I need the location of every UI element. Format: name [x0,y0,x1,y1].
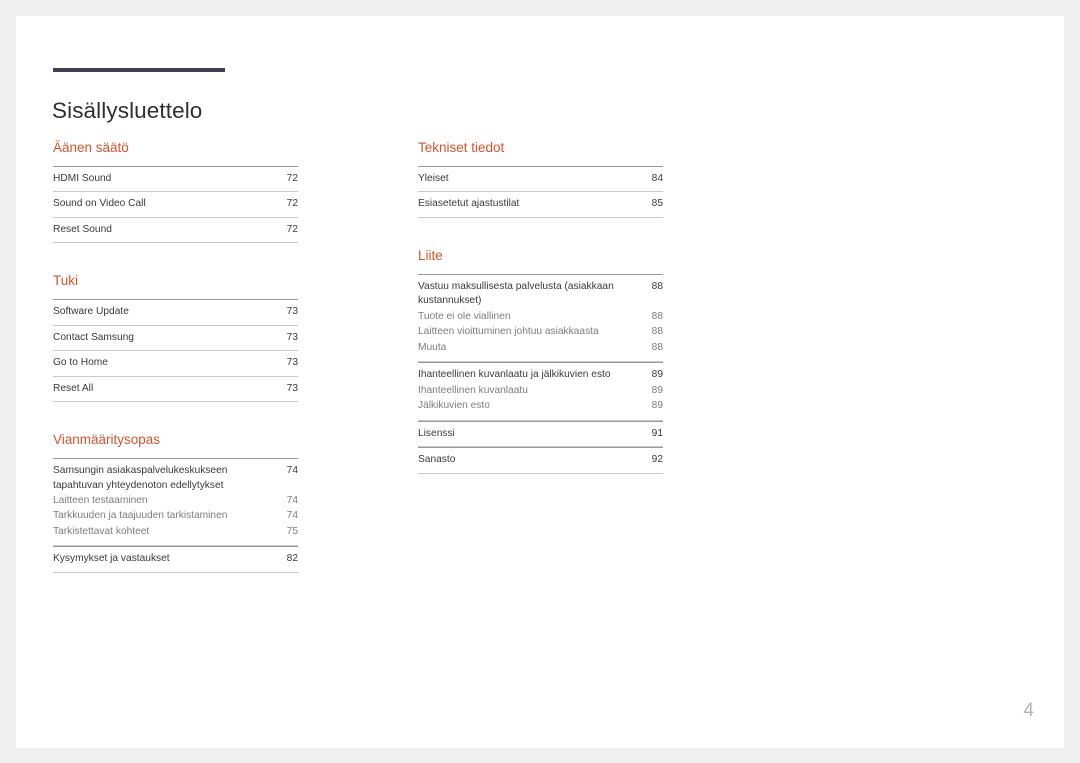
toc-entry-label: Software Update [53,306,129,318]
toc-entry-software-update[interactable]: Software Update 73 [53,300,298,326]
toc-entry-esiasetetut-ajastustilat[interactable]: Esiasetetut ajastustilat 85 [418,192,663,218]
toc-entry-label: Contact Samsung [53,331,134,343]
toc-entry-label: Tarkistettavat kohteet [53,525,150,537]
toc-group: Kysymykset ja vastaukset 82 [53,546,298,573]
toc-entry-label: Sanasto [418,454,456,466]
title-accent-rule [53,68,225,72]
toc-entry-label: Vastuu maksullisesta palvelusta (asiakka… [418,280,614,307]
toc-entry-page-number: 73 [286,357,298,369]
toc-section-heading: Tekniset tiedot [418,140,505,155]
toc-group: Samsungin asiakaspalvelukeskukseen tapah… [53,458,298,547]
toc-entry-label: Ihanteellinen kuvanlaatu [418,384,528,396]
toc-entry-page-number: 73 [286,306,298,318]
toc-entry-page-number: 82 [286,553,298,565]
toc-entry-ihanteellinen-kuvanlaatu[interactable]: Ihanteellinen kuvanlaatu 89 [418,383,663,398]
toc-entry-sound-on-video-call[interactable]: Sound on Video Call 72 [53,192,298,218]
toc-entry-ihanteellinen-kuvanlaatu-ja-jalkikuvien-esto[interactable]: Ihanteellinen kuvanlaatu ja jälkikuvien … [418,368,663,382]
toc-entry-page-number: 85 [651,198,663,210]
toc-group: Sanasto 92 [418,447,663,474]
toc-entry-label: Laitteen vioittuminen johtuu asiakkaasta [418,326,599,338]
toc-entry-page-number: 74 [286,494,298,506]
document-page: Sisällysluettelo Äänen säätö HDMI Sound 72… [16,16,1064,748]
toc-group: Software Update 73 Contact Samsung 73 Go to … [53,299,298,403]
toc-entry-laitteen-testaaminen[interactable]: Laitteen testaaminen 74 [53,493,298,508]
toc-entry-page-number: 72 [286,172,298,184]
toc-entry-page-number: 89 [651,400,663,412]
toc-section-aanen-saato: Äänen säätö HDMI Sound 72 Sound on Video Ca… [53,140,298,244]
toc-entry-reset-all[interactable]: Reset All 73 [53,377,298,403]
toc-column-left: Äänen säätö HDMI Sound 72 Sound on Video Ca… [53,140,298,603]
toc-entry-tarkkuuden-ja-taajuuden-tarkistaminen[interactable]: Tarkkuuden ja taajuuden tarkistaminen 74 [53,508,298,523]
toc-entry-label: Muuta [418,341,447,353]
toc-section-tekniset-tiedot: Tekniset tiedot Yleiset 84 Esiasetetut ajas… [418,140,663,218]
toc-group: HDMI Sound 72 Sound on Video Call 72 Reset S… [53,165,298,244]
toc-section-tuki: Tuki Software Update 73 Contact Samsung 73 Go… [53,273,298,403]
toc-entry-page-number: 84 [651,172,663,184]
toc-entry-page-number: 88 [651,326,663,338]
toc-entry-label: Yleiset [418,172,449,184]
toc-entry-vastuu-maksullisesta-palvelusta-asiakkaan-kustan[interactable]: Vastuu maksullisesta palvelusta (asiakka… [418,280,663,309]
toc-entry-page-number: 88 [651,310,663,322]
toc-entry-label: Esiasetetut ajastustilat [418,198,520,210]
toc-section-liite: Liite Vastuu maksullisesta palvelusta (as… [418,248,663,474]
toc-entry-go-to-home[interactable]: Go to Home 73 [53,351,298,377]
toc-entry-page-number: 74 [286,465,298,477]
toc-entry-label: Samsungin asiakaspalvelukeskukseen tapah… [53,465,228,491]
toc-entry-jalkikuvien-esto[interactable]: Jälkikuvien esto 89 [418,398,663,413]
toc-entry-label: Laitteen testaaminen [53,494,148,506]
toc-entry-label: Reset All [53,382,94,394]
page-title: Sisällysluettelo [52,98,203,124]
toc-entry-block: Ihanteellinen kuvanlaatu ja jälkikuvien … [418,363,663,421]
toc-entry-samsungin-asiakaspalvelukeskukseen-tapahtuvan-yh[interactable]: Samsungin asiakaspalvelukeskukseen tapah… [53,464,298,493]
toc-group: Vastuu maksullisesta palvelusta (asiakka… [418,273,663,363]
toc-section-vianmaaritysopas: Vianmääritysopas Samsungin asiakaspalvelu… [53,432,298,573]
toc-entry-page-number: 75 [286,525,298,537]
toc-column-right: Tekniset tiedot Yleiset 84 Esiasetetut ajas… [418,140,663,504]
toc-entry-label: Sound on Video Call [53,198,146,210]
toc-entry-kysymykset-ja-vastaukset[interactable]: Kysymykset ja vastaukset 82 [53,547,298,573]
toc-entry-block: Samsungin asiakaspalvelukeskukseen tapah… [53,459,298,547]
toc-entry-page-number: 72 [286,223,298,235]
toc-entry-label: Kysymykset ja vastaukset [53,553,170,565]
toc-entry-laitteen-vioittuminen-johtuu-asiakkaasta[interactable]: Laitteen vioittuminen johtuu asiakkaasta… [418,324,663,339]
toc-entry-page-number: 72 [286,198,298,210]
toc-entry-page-number: 89 [651,369,663,381]
toc-entry-muuta[interactable]: Muuta 88 [418,340,663,355]
toc-entry-yleiset[interactable]: Yleiset 84 [418,167,663,193]
toc-entry-label: Go to Home [53,357,108,369]
toc-entry-hdmi-sound[interactable]: HDMI Sound 72 [53,167,298,193]
toc-entry-reset-sound[interactable]: Reset Sound 72 [53,218,298,244]
toc-entry-label: HDMI Sound [53,172,112,184]
toc-entry-label: Tuote ei ole viallinen [418,310,511,322]
toc-entry-label: Jälkikuvien esto [418,400,490,412]
toc-section-heading: Vianmääritysopas [53,432,161,448]
toc-entry-tuote-ei-ole-viallinen[interactable]: Tuote ei ole viallinen 88 [418,309,663,324]
toc-entry-page-number: 92 [651,454,663,466]
toc-group: Lisenssi 91 [418,420,663,448]
toc-group: Yleiset 84 Esiasetetut ajastustilat 85 [418,165,663,218]
toc-entry-block: Vastuu maksullisesta palvelusta (asiakka… [418,275,663,363]
toc-entry-page-number: 89 [651,384,663,396]
toc-entry-lisenssi[interactable]: Lisenssi 91 [418,422,663,448]
toc-section-heading: Äänen säätö [53,140,129,155]
toc-entry-label: Tarkkuuden ja taajuuden tarkistaminen [53,510,228,522]
toc-entry-page-number: 73 [286,331,298,343]
toc-entry-page-number: 88 [651,280,663,292]
page-number: 4 [1023,700,1034,721]
toc-entry-sanasto[interactable]: Sanasto 92 [418,448,663,474]
toc-entry-label: Ihanteellinen kuvanlaatu ja jälkikuvien … [418,369,611,381]
toc-entry-contact-samsung[interactable]: Contact Samsung 73 [53,326,298,352]
toc-entry-page-number: 74 [286,510,298,522]
toc-entry-label: Reset Sound [53,223,112,235]
toc-group: Ihanteellinen kuvanlaatu ja jälkikuvien … [418,362,663,421]
toc-section-heading: Tuki [53,273,79,289]
toc-entry-label: Lisenssi [418,427,455,439]
toc-entry-page-number: 73 [286,382,298,394]
toc-entry-page-number: 91 [651,427,663,439]
toc-section-heading: Liite [418,247,443,263]
toc-entry-tarkistettavat-kohteet[interactable]: Tarkistettavat kohteet 75 [53,524,298,539]
toc-entry-page-number: 88 [651,341,663,353]
